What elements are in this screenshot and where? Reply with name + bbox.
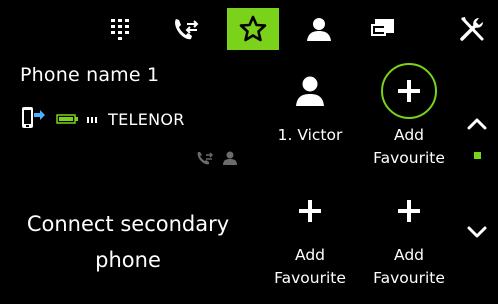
phone-connected-icon — [22, 107, 45, 128]
call-log-icon — [175, 19, 199, 40]
favourite-victor[interactable]: 1. Victor — [260, 68, 360, 147]
tab-favourites[interactable] — [227, 8, 279, 50]
call-log-small-icon — [197, 152, 213, 165]
add-icon — [398, 80, 420, 102]
phone-name: Phone name 1 — [20, 64, 160, 86]
favourite-label: Add Favourite — [373, 246, 445, 287]
connect-secondary-line1: Connect secondary — [26, 212, 230, 236]
add-favourite-button-1[interactable]: Add Favourite — [359, 63, 459, 170]
contact-icon — [307, 18, 331, 41]
add-favourite-button-2[interactable]: Add Favourite — [260, 188, 360, 290]
add-favourite-button-3[interactable]: Add Favourite — [359, 188, 459, 290]
connect-secondary-line2: phone — [95, 248, 161, 272]
settings-icon — [460, 17, 484, 41]
tab-settings[interactable] — [446, 8, 498, 50]
star-icon — [239, 15, 267, 42]
tab-call-log[interactable] — [160, 8, 212, 50]
signal-icon — [87, 117, 97, 123]
favourite-label: Add Favourite — [373, 126, 445, 167]
tab-messages[interactable] — [357, 8, 409, 50]
top-tab-bar — [0, 0, 498, 50]
favourite-label: 1. Victor — [277, 126, 343, 144]
connect-secondary-phone-button[interactable]: Connect secondary phone — [0, 206, 256, 278]
favourite-label: Add Favourite — [274, 246, 346, 287]
scroll-down-button[interactable] — [466, 224, 488, 243]
chevron-down-icon — [467, 226, 487, 238]
phone-screen: Phone name 1 TELENOR Connect secondary p… — [0, 0, 498, 304]
person-icon — [296, 76, 324, 106]
phone-capabilities — [196, 150, 238, 166]
operator-name: TELENOR — [108, 109, 185, 129]
chevron-up-icon — [467, 118, 487, 130]
scroll-up-button[interactable] — [466, 116, 488, 135]
phone-status-row: TELENOR — [20, 106, 185, 132]
tab-dialpad[interactable] — [94, 8, 146, 50]
tab-contacts[interactable] — [293, 8, 345, 50]
battery-icon — [56, 114, 78, 124]
page-indicator — [474, 152, 481, 159]
add-icon — [398, 200, 420, 222]
highlight-ring — [381, 63, 437, 119]
add-icon — [299, 200, 321, 222]
dialpad-icon — [111, 19, 129, 40]
contact-small-icon — [223, 151, 237, 165]
messages-icon — [371, 19, 394, 36]
